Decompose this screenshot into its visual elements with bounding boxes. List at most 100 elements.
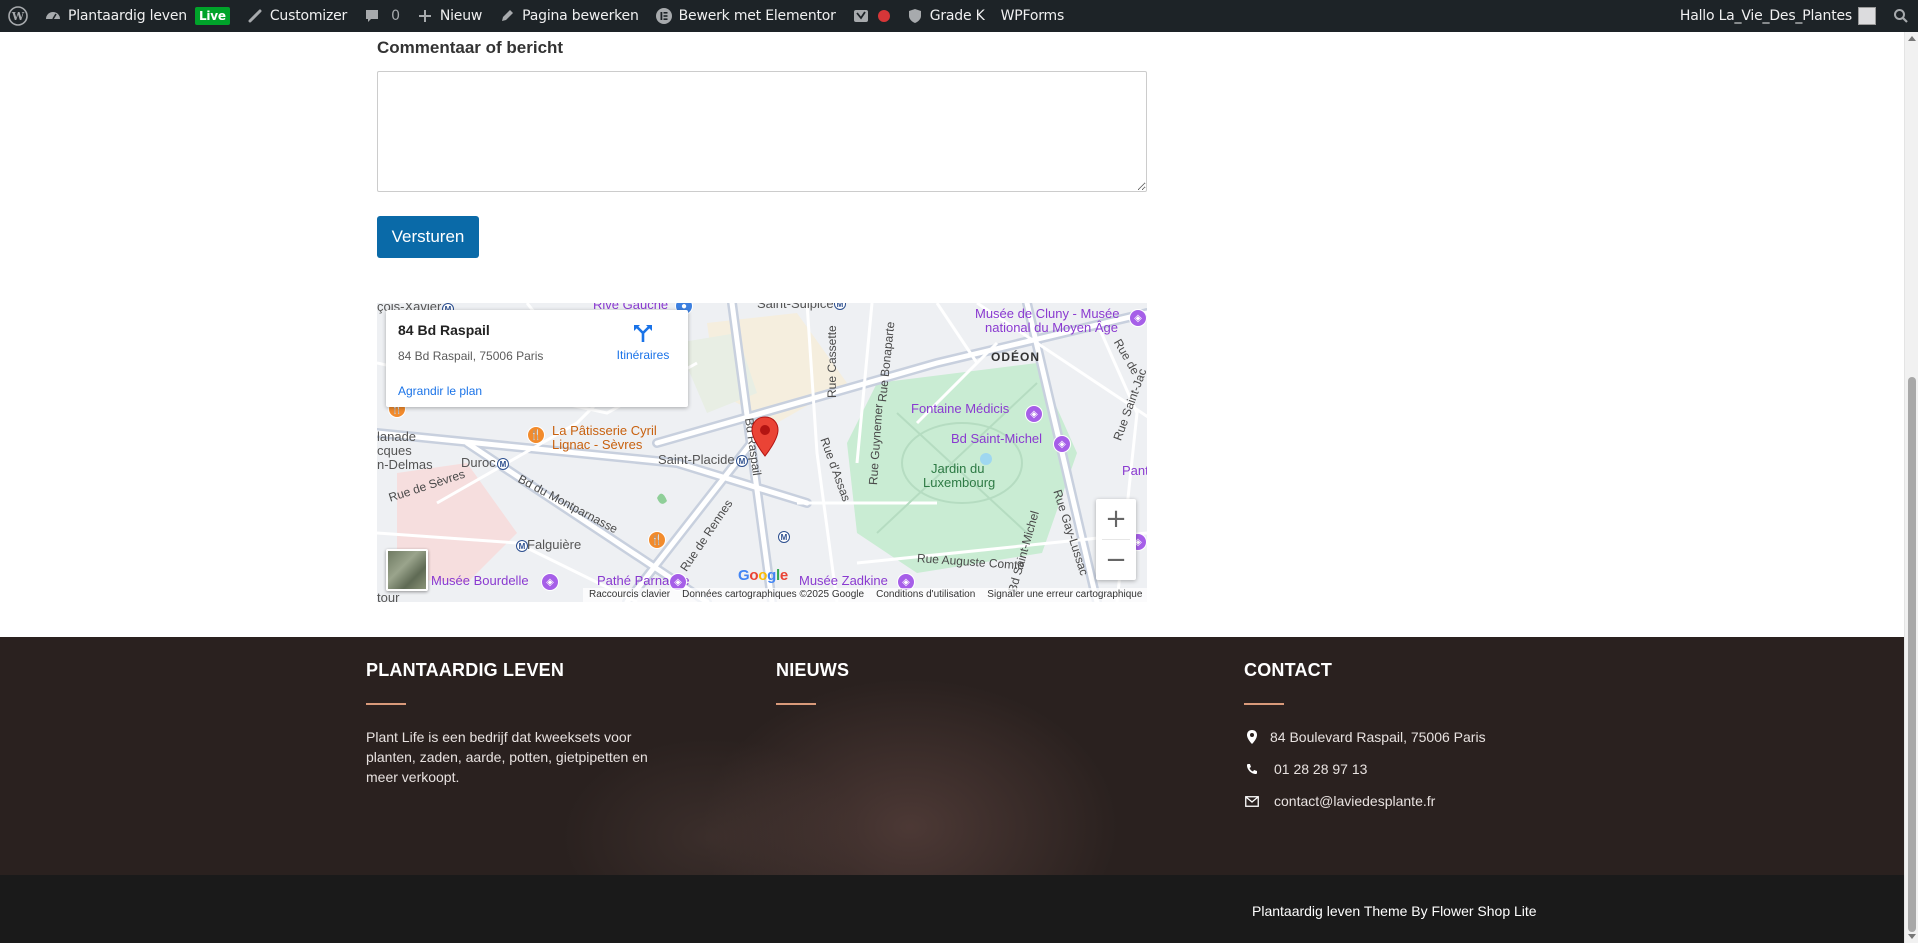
customizer-link[interactable]: Customizer	[238, 0, 355, 32]
wordpress-icon: W	[8, 6, 28, 26]
search-icon	[1892, 7, 1910, 25]
comment-field-label: Commentaar of bericht	[377, 38, 564, 57]
submit-button[interactable]: Versturen	[377, 216, 479, 258]
contact-address-text: 84 Boulevard Raspail, 75006 Paris	[1270, 729, 1486, 745]
avatar	[1858, 7, 1876, 25]
directions-button[interactable]: Itinéraires	[608, 322, 678, 362]
wpforms-link[interactable]: WPForms	[993, 0, 1072, 32]
keyboard-shortcuts-link[interactable]: Raccourcis clavier	[583, 588, 676, 602]
restaurant-icon[interactable]: 🍴	[527, 426, 545, 444]
contact-phone-text[interactable]: 01 28 28 97 13	[1274, 761, 1367, 777]
museum-icon[interactable]: ◈	[1053, 435, 1071, 453]
museum-icon[interactable]: ◈	[541, 573, 559, 591]
copyright-text: Plantaardig leven Theme By Flower Shop L…	[1252, 903, 1537, 919]
admin-search-button[interactable]	[1884, 0, 1918, 32]
live-badge: Live	[194, 7, 230, 25]
elementor-link[interactable]: Bewerk met Elementor	[647, 0, 844, 32]
footer-about-title: PLANTAARDIG LEVEN	[366, 660, 565, 680]
edit-page-label: Pagina bewerken	[522, 8, 639, 24]
comment-textarea[interactable]	[377, 71, 1147, 192]
contact-address: 84 Boulevard Raspail, 75006 Paris	[1244, 729, 1486, 745]
contact-email-text[interactable]: contact@laviedesplante.fr	[1274, 793, 1435, 809]
map-label-cluny: Musée de Cluny - Musée	[975, 306, 1120, 321]
wpforms-label: WPForms	[1000, 8, 1065, 24]
zoom-out-button[interactable]: −	[1096, 540, 1136, 580]
edit-page-link[interactable]: Pagina bewerken	[490, 0, 647, 32]
google-logo: Google	[738, 567, 788, 584]
greeting-label: Hallo La_Vie_Des_Plantes	[1679, 8, 1852, 24]
map-info-card: 84 Bd Raspail 84 Bd Raspail, 75006 Paris…	[386, 310, 688, 407]
map-label-saint-placide: Saint-Placide	[658, 452, 735, 467]
location-pin-icon[interactable]	[750, 416, 780, 458]
page-scrollbar[interactable]	[1904, 32, 1918, 943]
place-address: 84 Bd Raspail, 75006 Paris	[398, 349, 544, 363]
seo-status-dot-icon	[877, 10, 890, 22]
plus-icon	[416, 7, 434, 25]
terms-link[interactable]: Conditions d'utilisation	[870, 588, 981, 602]
map-label-jardin-1: Jardin du	[931, 461, 985, 476]
footer-contact-divider	[1244, 703, 1284, 705]
grade-link[interactable]: Grade K	[898, 0, 993, 32]
map-footer-links: Raccourcis clavier Données cartographiqu…	[583, 588, 1147, 602]
map-label-lanade: lanade	[377, 429, 417, 444]
zoom-in-button[interactable]: +	[1096, 499, 1136, 539]
site-name-label: Plantaardig leven	[68, 8, 187, 24]
map-marker-icon	[1244, 730, 1260, 744]
map-data-credit: Données cartographiques ©2025 Google	[682, 589, 865, 600]
metro-station-icon: M	[736, 455, 748, 467]
map-label-jardin-2: Luxembourg	[923, 475, 996, 490]
footer-about-text: Plant Life is een bedrijf dat kweeksets …	[366, 729, 648, 785]
map-label-bd-saint-michel: Bd Saint-Michel	[951, 431, 1043, 446]
yoast-seo-menu[interactable]	[844, 0, 898, 32]
restaurant-icon[interactable]: 🍴	[648, 531, 666, 549]
dashboard-icon	[44, 7, 62, 25]
report-error-link[interactable]: Signaler une erreur cartographique	[981, 588, 1147, 602]
elementor-label: Bewerk met Elementor	[678, 8, 836, 24]
directions-label: Itinéraires	[616, 348, 670, 362]
map-label-patisserie-1: La Pâtisserie Cyril	[552, 423, 657, 438]
phone-icon	[1244, 763, 1260, 775]
contact-email: contact@laviedesplante.fr	[1244, 793, 1435, 809]
map-label-cluny-2: national du Moyen Âge	[985, 320, 1118, 335]
metro-station-icon: M	[497, 458, 509, 470]
map-label-pant: Pant	[1122, 463, 1147, 478]
map-label-musee-bourdelle: Musée Bourdelle	[431, 573, 529, 588]
map-label-odeon: ODÉON	[991, 350, 1041, 364]
footer-news-divider	[776, 703, 816, 705]
museum-icon[interactable]: ◈	[1129, 309, 1147, 327]
satellite-toggle-button[interactable]	[386, 549, 428, 591]
footer-news-title: NIEUWS	[776, 660, 850, 680]
admin-bar: W Plantaardig leven Live Customizer 0 Ni…	[0, 0, 1918, 32]
wordpress-logo-menu[interactable]: W	[0, 0, 36, 32]
map-label-falguiere: Falguière	[527, 537, 582, 552]
comments-link[interactable]: 0	[355, 0, 408, 32]
museum-icon[interactable]: ◈	[1025, 405, 1043, 423]
metro-station-icon: M	[778, 531, 790, 543]
site-name-menu[interactable]: Plantaardig leven Live	[36, 0, 238, 32]
google-map[interactable]: çois-Xavier Rive Gauche Saint-Sulpice Mu…	[377, 303, 1147, 602]
map-zoom-controls: + −	[1096, 499, 1136, 580]
new-content-menu[interactable]: Nieuw	[408, 0, 490, 32]
footer-bottom-bar: Plantaardig leven Theme By Flower Shop L…	[0, 875, 1904, 943]
paintbrush-icon	[246, 7, 264, 25]
map-label-rue-cassette: Rue Cassette	[825, 325, 839, 398]
scrollbar-thumb[interactable]	[1908, 377, 1916, 932]
shield-icon	[906, 7, 924, 25]
new-label: Nieuw	[439, 8, 483, 24]
place-name: 84 Bd Raspail	[398, 322, 490, 338]
contact-phone: 01 28 28 97 13	[1244, 761, 1367, 777]
footer-contact-title: CONTACT	[1244, 660, 1333, 680]
admin-bar-right: Hallo La_Vie_Des_Plantes	[1672, 0, 1918, 32]
footer-about-divider	[366, 703, 406, 705]
map-label-patisserie-2: Lignac - Sèvres	[552, 437, 643, 452]
map-label-tour: tour	[377, 590, 400, 602]
comments-count: 0	[391, 8, 400, 24]
map-label-cques: cques	[377, 443, 412, 458]
map-label-zadkine: Musée Zadkine	[799, 573, 888, 588]
map-label-delmas: n-Delmas	[377, 457, 433, 472]
scroll-up-arrow-icon[interactable]	[1908, 36, 1916, 41]
scroll-down-arrow-icon[interactable]	[1908, 934, 1916, 939]
envelope-icon	[1244, 795, 1260, 807]
user-account-menu[interactable]: Hallo La_Vie_Des_Plantes	[1672, 0, 1884, 32]
enlarge-map-link[interactable]: Agrandir le plan	[398, 384, 482, 398]
